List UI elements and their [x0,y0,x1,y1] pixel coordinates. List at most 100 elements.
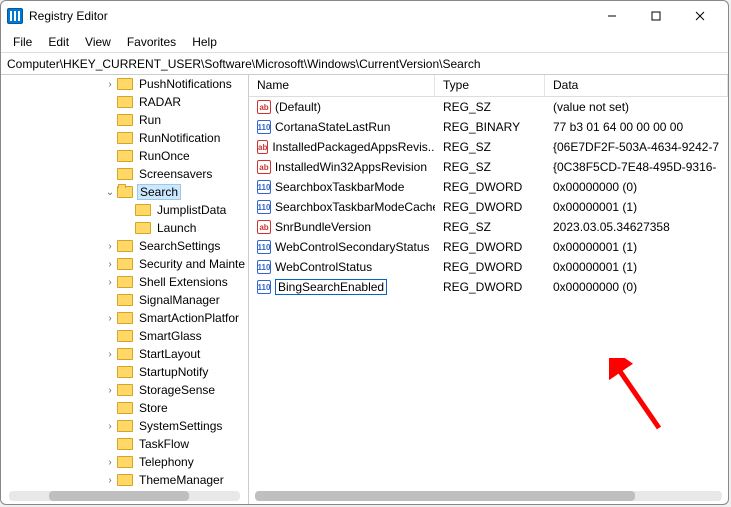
tree-item-shell-extensions[interactable]: ›Shell Extensions [13,273,247,291]
expander-icon[interactable]: › [103,475,117,486]
column-data[interactable]: Data [545,75,728,96]
window-title: Registry Editor [29,9,590,23]
tree-item-runnotification[interactable]: RunNotification [13,129,247,147]
value-name: InstalledWin32AppsRevision [275,160,427,174]
tree-item-security-and-mainte[interactable]: ›Security and Mainte [13,255,247,273]
expander-icon[interactable]: › [103,457,117,468]
value-data: (value not set) [545,100,728,114]
maximize-button[interactable] [634,2,678,30]
value-data: 77 b3 01 64 00 00 00 00 [545,120,728,134]
close-button[interactable] [678,2,722,30]
folder-icon [117,258,133,270]
registry-value-row[interactable]: abInstalledWin32AppsRevisionREG_SZ{0C38F… [249,157,728,177]
registry-editor-window: Registry Editor File Edit View Favorites… [0,0,729,505]
folder-icon [117,384,133,396]
registry-value-row[interactable]: 110SearchboxTaskbarModeREG_DWORD0x000000… [249,177,728,197]
menu-edit[interactable]: Edit [40,33,77,51]
list-scrollbar-thumb[interactable] [255,491,635,501]
list-pane[interactable]: Name Type Data ab(Default)REG_SZ(value n… [249,75,728,504]
menu-file[interactable]: File [5,33,40,51]
tree-item-run[interactable]: Run [13,111,247,129]
folder-icon [117,420,133,432]
folder-icon [117,240,133,252]
value-type: REG_SZ [435,140,545,154]
tree-item-smartglass[interactable]: SmartGlass [13,327,247,345]
list-scrollbar[interactable] [255,491,722,501]
folder-icon [135,204,151,216]
tree-item-jumplistdata[interactable]: JumplistData [13,201,247,219]
reg-string-icon: ab [257,100,271,114]
tree-item-thememanager[interactable]: ›ThemeManager [13,471,247,489]
value-type: REG_SZ [435,220,545,234]
registry-value-row[interactable]: 110WebControlStatusREG_DWORD0x00000001 (… [249,257,728,277]
value-name: WebControlStatus [275,260,372,274]
registry-value-row[interactable]: abInstalledPackagedAppsRevis...REG_SZ{06… [249,137,728,157]
tree-item-screensavers[interactable]: Screensavers [13,165,247,183]
column-name[interactable]: Name [249,75,435,96]
column-type[interactable]: Type [435,75,545,96]
tree-item-storagesense[interactable]: › StorageSense [13,381,247,399]
tree-item-signalmanager[interactable]: SignalManager [13,291,247,309]
expander-icon[interactable]: › [103,241,117,252]
titlebar: Registry Editor [1,1,728,31]
tree-item-pushnotifications[interactable]: › PushNotifications [13,75,247,93]
expander-icon[interactable]: › [103,79,117,90]
tree-item-radar[interactable]: RADAR [13,93,247,111]
tree-item-label: RADAR [137,95,183,109]
registry-value-row[interactable]: ab(Default)REG_SZ(value not set) [249,97,728,117]
tree-item-store[interactable]: Store [13,399,247,417]
folder-icon [117,312,133,324]
value-type: REG_BINARY [435,120,545,134]
value-data: {06E7DF2F-503A-4634-9242-7 [545,140,728,154]
tree-item-telephony[interactable]: › Telephony [13,453,247,471]
value-name: WebControlSecondaryStatus [275,240,430,254]
value-type: REG_DWORD [435,240,545,254]
expander-icon[interactable]: › [103,421,117,432]
registry-value-row[interactable]: 110CortanaStateLastRunREG_BINARY77 b3 01… [249,117,728,137]
tree-item-smartactionplatfor[interactable]: ›SmartActionPlatfor [13,309,247,327]
tree-item-runonce[interactable]: RunOnce [13,147,247,165]
value-type: REG_DWORD [435,180,545,194]
menu-help[interactable]: Help [184,33,225,51]
tree-item-label: PushNotifications [137,77,234,91]
registry-value-row[interactable]: abSnrBundleVersionREG_SZ2023.03.05.34627… [249,217,728,237]
expander-icon[interactable]: › [103,313,117,324]
tree-item-launch[interactable]: Launch [13,219,247,237]
reg-binary-icon: 110 [257,120,271,134]
tree-scrollbar[interactable] [9,491,240,501]
expander-icon[interactable]: › [103,385,117,396]
expander-icon[interactable]: › [103,277,117,288]
value-type: REG_SZ [435,100,545,114]
menu-favorites[interactable]: Favorites [119,33,184,51]
tree-item-systemsettings[interactable]: ›SystemSettings [13,417,247,435]
tree-scrollbar-thumb[interactable] [49,491,189,501]
tree-item-startupnotify[interactable]: StartupNotify [13,363,247,381]
value-type: REG_DWORD [435,200,545,214]
expander-icon[interactable]: › [103,259,117,270]
tree-item-search[interactable]: ⌄ Search [13,183,247,201]
tree-item-label: JumplistData [155,203,228,217]
folder-icon [117,438,133,450]
tree-item-searchsettings[interactable]: ›SearchSettings [13,237,247,255]
expander-icon[interactable]: ⌄ [103,187,117,198]
folder-icon [117,186,133,198]
folder-icon [117,114,133,126]
tree-pane[interactable]: › PushNotifications RADAR RunRunNotificatio… [1,75,249,504]
value-data: 0x00000001 (1) [545,240,728,254]
registry-value-row[interactable]: 110WebControlSecondaryStatusREG_DWORD0x0… [249,237,728,257]
tree-item-startlayout[interactable]: ›StartLayout [13,345,247,363]
minimize-button[interactable] [590,2,634,30]
tree-item-label: Search [137,184,181,200]
tree-item-label: StorageSense [137,383,217,397]
folder-icon [117,96,133,108]
value-data: 0x00000000 (0) [545,280,728,294]
expander-icon[interactable]: › [103,349,117,360]
reg-string-icon: ab [257,140,268,154]
tree-item-label: Telephony [137,455,196,469]
menu-view[interactable]: View [77,33,119,51]
address-bar[interactable]: Computer\HKEY_CURRENT_USER\Software\Micr… [1,53,728,75]
registry-value-row[interactable]: 110SearchboxTaskbarModeCacheREG_DWORD0x0… [249,197,728,217]
folder-icon [117,348,133,360]
tree-item-taskflow[interactable]: TaskFlow [13,435,247,453]
registry-value-row[interactable]: 110BingSearchEnabledREG_DWORD0x00000000 … [249,277,728,297]
